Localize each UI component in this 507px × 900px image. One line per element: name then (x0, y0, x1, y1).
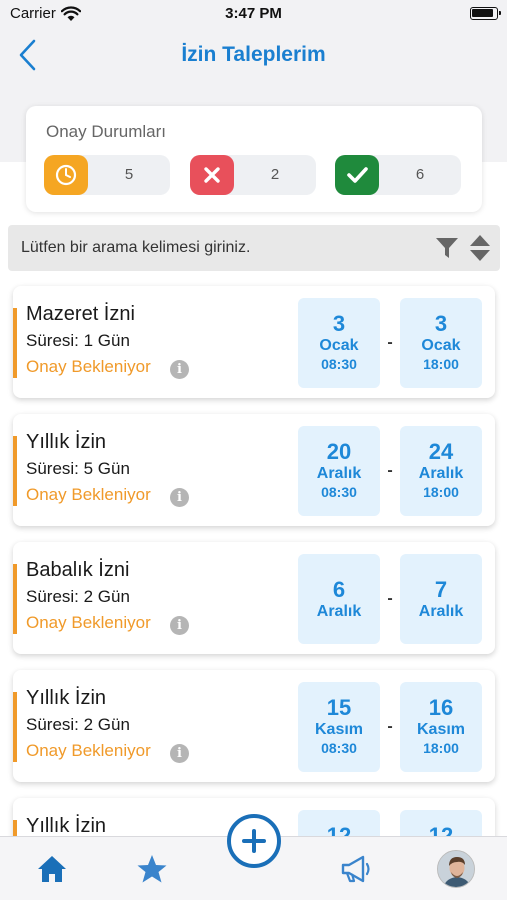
search-input[interactable]: Lütfen bir arama kelimesi giriniz. (21, 239, 250, 257)
start-time: 08:30 (321, 484, 357, 500)
end-month: Aralık (418, 465, 464, 482)
leave-type: Babalık İzni (26, 559, 130, 581)
status-bar: Carrier 3:47 PM (0, 0, 507, 28)
start-date-box: 15 Kasım 08:30 (298, 682, 380, 772)
start-day: 6 (332, 577, 346, 602)
end-date-box: 16 Kasım 18:00 (400, 682, 482, 772)
approval-status: Onay Bekleniyor (26, 357, 151, 376)
start-date-box: 6 Aralık (298, 554, 380, 644)
add-request-button[interactable] (227, 814, 281, 868)
start-date-box: 3 Ocak 08:30 (298, 298, 380, 388)
search-bar[interactable]: Lütfen bir arama kelimesi giriniz. (8, 225, 500, 271)
end-day: 3 (434, 311, 448, 336)
status-card-title: Onay Durumları (46, 122, 166, 141)
leave-request-card[interactable]: Mazeret İzni Süresi: 1 Gün Onay Bekleniy… (13, 286, 495, 398)
end-month: Aralık (418, 603, 464, 620)
end-date-box: 3 Ocak 18:00 (400, 298, 482, 388)
end-time: 18:00 (423, 740, 459, 756)
approval-status: Onay Bekleniyor (26, 613, 151, 632)
home-icon[interactable] (32, 849, 72, 889)
leave-request-card[interactable]: Yıllık İzin Süresi: 2 Gün Onay Bekleniyo… (13, 670, 495, 782)
end-month: Kasım (416, 721, 466, 738)
leave-duration: Süresi: 5 Gün (26, 459, 130, 478)
info-icon[interactable]: i (170, 616, 189, 635)
leave-duration: Süresi: 1 Gün (26, 331, 130, 350)
start-time: 08:30 (321, 740, 357, 756)
start-day: 15 (326, 695, 352, 720)
start-month: Kasım (314, 721, 364, 738)
star-icon[interactable] (132, 849, 172, 889)
status-accent-bar (13, 308, 17, 378)
info-icon[interactable]: i (170, 360, 189, 379)
start-month: Ocak (319, 337, 359, 354)
end-month: Ocak (421, 337, 461, 354)
status-accent-bar (13, 564, 17, 634)
leave-duration: Süresi: 2 Gün (26, 715, 130, 734)
info-icon[interactable]: i (170, 744, 189, 763)
end-date-box: 7 Aralık (400, 554, 482, 644)
leave-type: Yıllık İzin (26, 815, 107, 837)
end-day: 7 (434, 577, 448, 602)
rejected-count: 2 (270, 166, 280, 183)
leave-duration: Süresi: 2 Gün (26, 587, 130, 606)
end-day: 16 (428, 695, 454, 720)
approved-count: 6 (415, 166, 425, 183)
start-month: Aralık (316, 465, 362, 482)
approval-status-card: Onay Durumları 5 2 6 (26, 106, 482, 212)
clock-icon (44, 155, 88, 195)
approved-filter-pill[interactable]: 6 (335, 155, 461, 195)
leave-type: Yıllık İzin (26, 687, 107, 709)
info-icon[interactable]: i (170, 488, 189, 507)
end-time: 18:00 (423, 484, 459, 500)
leave-request-card[interactable]: Babalık İzni Süresi: 2 Gün Onay Bekleniy… (13, 542, 495, 654)
approval-status: Onay Bekleniyor (26, 741, 151, 760)
pending-count: 5 (124, 166, 134, 183)
date-separator: - (387, 718, 393, 735)
close-icon (190, 155, 234, 195)
date-separator: - (387, 334, 393, 351)
start-day: 20 (326, 439, 352, 464)
status-accent-bar (13, 436, 17, 506)
end-date-box: 24 Aralık 18:00 (400, 426, 482, 516)
page-title: İzin Taleplerim (181, 43, 326, 66)
start-month: Aralık (316, 603, 362, 620)
battery-icon (470, 7, 501, 20)
date-separator: - (387, 590, 393, 607)
end-time: 18:00 (423, 356, 459, 372)
check-icon (335, 155, 379, 195)
clock: 3:47 PM (225, 5, 282, 22)
start-date-box: 20 Aralık 08:30 (298, 426, 380, 516)
start-time: 08:30 (321, 356, 357, 372)
filter-icon[interactable] (435, 236, 459, 260)
start-day: 3 (332, 311, 346, 336)
leave-request-card[interactable]: Yıllık İzin Süresi: 5 Gün Onay Bekleniyo… (13, 414, 495, 526)
megaphone-icon[interactable] (335, 849, 375, 889)
rejected-filter-pill[interactable]: 2 (190, 155, 316, 195)
leave-type: Mazeret İzni (26, 303, 135, 325)
end-day: 24 (428, 439, 454, 464)
approval-status: Onay Bekleniyor (26, 485, 151, 504)
pending-filter-pill[interactable]: 5 (44, 155, 170, 195)
sort-icon[interactable] (469, 234, 491, 262)
avatar[interactable] (437, 850, 475, 888)
date-separator: - (387, 462, 393, 479)
leave-type: Yıllık İzin (26, 431, 107, 453)
status-accent-bar (13, 692, 17, 762)
